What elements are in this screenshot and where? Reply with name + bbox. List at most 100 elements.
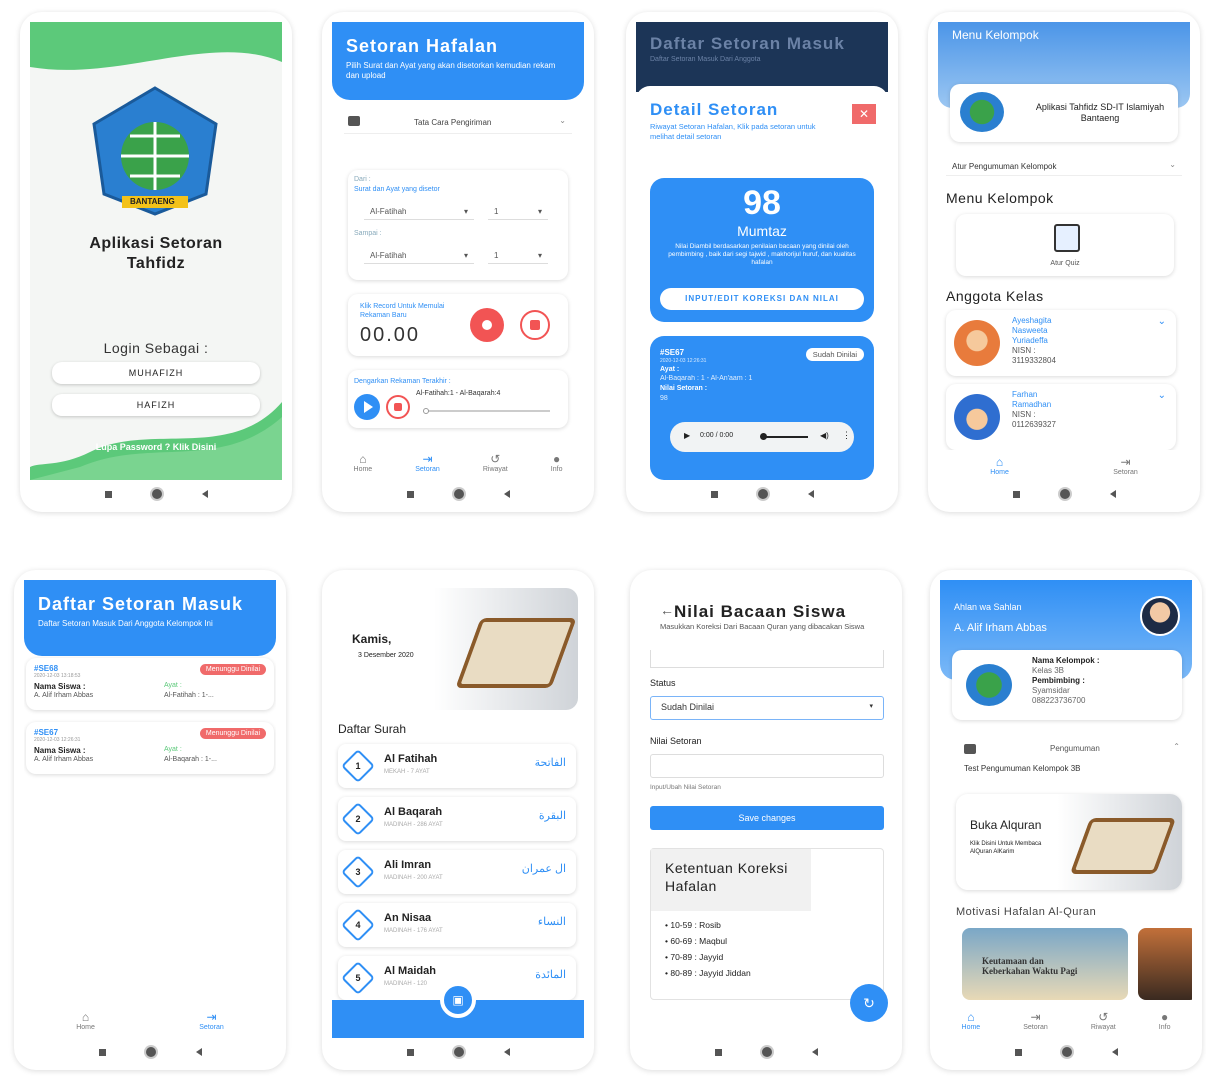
home-circle-icon[interactable] — [1061, 1047, 1072, 1057]
ayat-from-select[interactable]: 1 ▾ — [488, 204, 548, 220]
recents-icon[interactable] — [98, 1048, 106, 1056]
nav-riwayat[interactable]: ↺ Riwayat — [1091, 1010, 1116, 1031]
nav-home[interactable]: ⌂ Home — [962, 1010, 981, 1031]
section-menu-title: Menu Kelompok — [946, 190, 1054, 206]
member-name: Ayeshagita Nasweeta Yuriadeffa — [1012, 316, 1052, 345]
date-banner: Kamis, 3 Desember 2020 — [338, 588, 578, 710]
nav-info[interactable]: ● Info — [551, 452, 563, 473]
recents-icon[interactable] — [714, 1048, 722, 1056]
chevron-down-icon[interactable]: ⌄ — [1158, 390, 1166, 401]
setoran-date: 2020-12-03 12:26:31 — [34, 737, 81, 743]
atur-pengumuman-dropdown[interactable]: Atur Pengumuman Kelompok ⌄ — [946, 156, 1182, 176]
recents-icon[interactable] — [1012, 490, 1020, 498]
recents-icon[interactable] — [406, 490, 414, 498]
hafizh-button[interactable]: HAFIZH — [52, 394, 260, 416]
muhafizh-button[interactable]: MUHAFIZH — [52, 362, 260, 384]
back-arrow-icon[interactable]: ← — [660, 602, 674, 618]
system-nav — [630, 1044, 902, 1060]
home-circle-icon[interactable] — [453, 1047, 464, 1057]
surat-to-select[interactable]: Al-Fatihah ▾ — [364, 248, 474, 264]
recents-icon[interactable] — [104, 490, 112, 498]
nav-setoran[interactable]: ⇥ Setoran — [415, 452, 440, 473]
nav-setoran[interactable]: ⇥ Setoran — [1113, 455, 1138, 476]
back-icon[interactable] — [1111, 1048, 1118, 1056]
status-select[interactable]: Sudah Dinilai ▾ — [650, 696, 884, 720]
atur-quiz-button[interactable]: Atur Quiz — [956, 214, 1174, 276]
caret-icon: ▾ — [869, 703, 873, 710]
rule-item: • 60-69 : Maqbul — [665, 936, 728, 946]
quiz-label: Atur Quiz — [1050, 260, 1080, 267]
back-icon[interactable] — [201, 490, 208, 498]
nama-label: Nama Siswa : — [34, 682, 86, 691]
member-card[interactable]: Ayeshagita Nasweeta Yuriadeffa NISN :3119… — [946, 310, 1176, 376]
bottom-nav: ⌂ Home ⇥ Setoran ↺ Riwayat ● Info — [332, 444, 584, 480]
quran-fab[interactable]: ▣ — [440, 982, 476, 1018]
ayat-to-select[interactable]: 1 ▾ — [488, 248, 548, 264]
home-circle-icon[interactable] — [145, 1047, 156, 1057]
back-icon[interactable] — [811, 1048, 818, 1056]
volume-icon[interactable]: ◀) — [820, 431, 829, 440]
save-button[interactable]: Save changes — [650, 806, 884, 830]
playback-progress[interactable] — [423, 408, 550, 414]
refresh-icon: ↻ — [863, 995, 875, 1011]
surat-from-select[interactable]: Al-Fatihah ▾ — [364, 204, 474, 220]
refresh-fab[interactable]: ↻ — [850, 984, 888, 1022]
input-edit-button[interactable]: INPUT/EDIT KOREKSI DAN NILAI — [660, 288, 864, 310]
home-circle-icon[interactable] — [757, 489, 768, 499]
back-icon[interactable] — [195, 1048, 202, 1056]
play-button[interactable] — [354, 394, 380, 420]
home-circle-icon[interactable] — [761, 1047, 772, 1057]
list-title: Daftar Surah — [338, 722, 407, 736]
pengumuman-label: Pengumuman — [1050, 744, 1100, 753]
back-icon[interactable] — [503, 1048, 510, 1056]
recents-icon[interactable] — [710, 490, 718, 498]
member-card[interactable]: Farhan Ramadhan NISN :0112639327 ⌄ — [946, 384, 1176, 450]
nav-home[interactable]: ⌂ Home — [990, 455, 1009, 476]
surah-item[interactable]: 4 An Nisaa MADINAH - 176 AYAT النساء — [338, 903, 576, 947]
back-icon[interactable] — [1109, 490, 1116, 498]
motivasi-card-next[interactable] — [1138, 928, 1192, 1000]
nav-info[interactable]: ● Info — [1159, 1010, 1171, 1031]
motivasi-card[interactable]: Keutamaan dan Keberkahan Waktu Pagi — [962, 928, 1128, 1000]
progress-knob[interactable] — [423, 408, 429, 414]
nilai-input[interactable] — [650, 754, 884, 778]
setoran-item[interactable]: #SE67 2020-12-03 12:26:31 Menunggu Dinil… — [26, 722, 274, 774]
nav-setoran[interactable]: ⇥ Setoran — [199, 1010, 224, 1031]
surah-item[interactable]: 3 Ali Imran MADINAH - 200 AYAT ال عمران — [338, 850, 576, 894]
back-icon[interactable] — [503, 490, 510, 498]
user-avatar[interactable] — [1140, 596, 1180, 636]
nisn-value: 3119332804 — [1012, 356, 1056, 365]
home-circle-icon[interactable] — [453, 489, 464, 499]
buka-alquran-card[interactable]: Buka Alquran Klik Disini Untuk Membaca A… — [956, 794, 1182, 890]
stop-play-button[interactable] — [386, 395, 410, 419]
recents-icon[interactable] — [1014, 1048, 1022, 1056]
record-button[interactable] — [470, 308, 504, 342]
setoran-item[interactable]: #SE68 2020-12-03 13:18:53 Menunggu Dinil… — [26, 658, 274, 710]
nav-home[interactable]: ⌂ Home — [76, 1010, 95, 1031]
howto-dropdown[interactable]: Tata Cara Pengiriman ⌄ — [344, 114, 572, 134]
nilai-bacaan-screen: ← Nilai Bacaan Siswa Masukkan Koreksi Da… — [640, 580, 892, 1038]
close-button[interactable]: ✕ — [852, 104, 876, 124]
stop-button[interactable] — [520, 310, 550, 340]
back-icon[interactable] — [807, 490, 814, 498]
pengumuman-panel[interactable]: Pengumuman ⌃ Test Pengumuman Kelompok 3B — [950, 742, 1186, 782]
recents-icon[interactable] — [406, 1048, 414, 1056]
surah-number: 1 — [355, 761, 361, 771]
nav-riwayat[interactable]: ↺ Riwayat — [483, 452, 508, 473]
home-circle-icon[interactable] — [1059, 489, 1070, 499]
audio-progress[interactable] — [762, 436, 808, 438]
audio-player[interactable]: ▶ 0:00 / 0:00 ◀) ⋮ — [670, 422, 854, 452]
detail-modal: Detail Setoran ✕ Riwayat Setoran Hafalan… — [636, 86, 888, 480]
more-icon[interactable]: ⋮ — [842, 430, 851, 441]
surah-name: Al Maidah — [384, 965, 436, 977]
login-label: Login Sebagai : — [103, 340, 209, 356]
forgot-password-link[interactable]: Lupa Password ? Klik Disini — [30, 442, 282, 452]
chevron-down-icon[interactable]: ⌄ — [1158, 316, 1166, 327]
surah-item[interactable]: 1 Al Fatihah MEKAH - 7 AYAT الفاتحة — [338, 744, 576, 788]
setoran-card[interactable]: #SE67 2020-12-03 12:26:31 Sudah Dinilai … — [650, 336, 874, 480]
nav-home[interactable]: ⌂ Home — [354, 452, 373, 473]
nav-setoran[interactable]: ⇥ Setoran — [1023, 1010, 1048, 1031]
home-circle-icon[interactable] — [151, 489, 162, 499]
play-icon[interactable]: ▶ — [684, 431, 690, 440]
surah-item[interactable]: 2 Al Baqarah MADINAH - 286 AYAT البقرة — [338, 797, 576, 841]
